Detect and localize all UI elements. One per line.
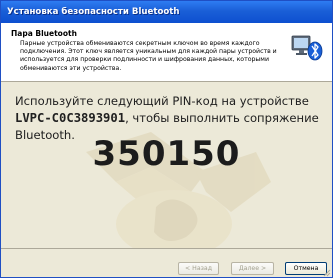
- instruction-text-before: Используйте следующий PIN-код на устройс…: [15, 94, 309, 108]
- header-description: Парные устройства обмениваются секретным…: [20, 40, 277, 72]
- wizard-footer: < Назад Далее > Отмена: [1, 248, 332, 277]
- bluetooth-security-wizard-window: Установка безопасности Bluetooth Пара Bl…: [0, 0, 333, 278]
- resize-grip-icon[interactable]: [323, 269, 331, 277]
- back-button[interactable]: < Назад: [178, 262, 219, 275]
- device-name: LVPC-C0C3893901: [15, 111, 126, 125]
- next-button[interactable]: Далее >: [231, 262, 274, 275]
- wizard-header: Пара Bluetooth Парные устройства обменив…: [1, 23, 332, 82]
- pin-code: 350150: [92, 134, 241, 174]
- bluetooth-computer-icon: [291, 35, 323, 61]
- window-title[interactable]: Установка безопасности Bluetooth: [1, 1, 332, 23]
- wizard-body: Используйте следующий PIN-код на устройс…: [1, 82, 332, 248]
- header-title: Пара Bluetooth: [11, 29, 77, 38]
- cancel-button[interactable]: Отмена: [285, 262, 327, 275]
